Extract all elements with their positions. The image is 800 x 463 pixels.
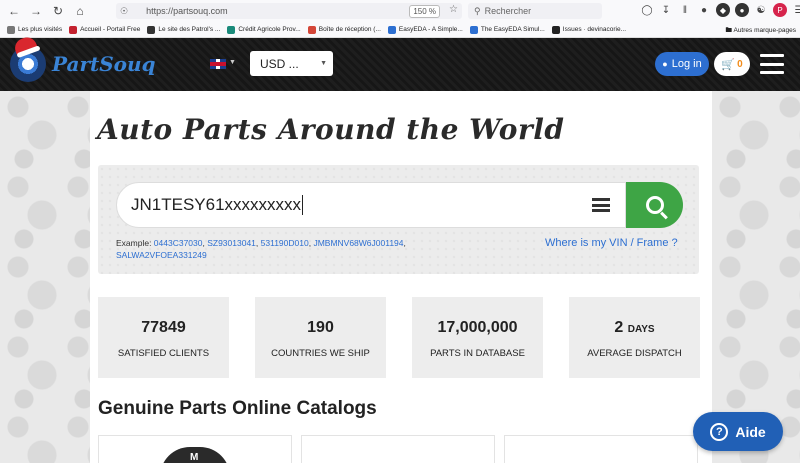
currency-select[interactable]: USD ... ▼ xyxy=(250,51,333,76)
logo-brake-disc-icon xyxy=(10,34,46,82)
background-pattern-right xyxy=(712,91,800,463)
search-icon: ⚲ xyxy=(474,5,481,16)
extension-icon[interactable]: ◆ xyxy=(716,3,730,17)
bookmark-item[interactable]: Le site des Patrol's ... xyxy=(147,25,220,34)
uk-flag-icon[interactable] xyxy=(210,59,226,69)
stat-card: 17,000,000 PARTS IN DATABASE xyxy=(412,297,543,378)
stat-label: COUNTRIES WE SHIP xyxy=(271,348,370,359)
stat-value: 17,000,000 xyxy=(437,319,518,336)
folder-icon: 🖿 xyxy=(725,27,733,34)
bookmark-favicon xyxy=(307,25,316,34)
search-icon xyxy=(645,196,664,214)
url-bar[interactable]: ☉ https://partsouq.com 150 % ☆ xyxy=(116,3,462,19)
other-bookmarks[interactable]: 🖿 Autres marque-pages xyxy=(726,26,796,37)
stat-value: 2 xyxy=(614,319,624,336)
example-link[interactable]: JMBMNV68W6J001194 xyxy=(313,238,403,248)
example-link[interactable]: SALWA2VFOEA331249 xyxy=(116,250,207,260)
currency-value: USD ... xyxy=(260,56,299,71)
search-examples: Example: 0443C37030, SZ93013041, 531190D… xyxy=(116,238,406,260)
library-icon[interactable]: ‖ xyxy=(678,3,692,17)
browser-search-input[interactable]: ⚲ Rechercher xyxy=(468,3,602,19)
zoom-level[interactable]: 150 % xyxy=(409,5,440,18)
bookmark-favicon xyxy=(469,25,478,34)
text-cursor xyxy=(302,195,304,215)
bookmarks-bar: Les plus visités Accueil - Portail Free … xyxy=(0,22,800,38)
example-link[interactable]: 531190D010 xyxy=(261,238,309,248)
catalog-card[interactable] xyxy=(301,435,495,463)
stat-card: 77849 SATISFIED CLIENTS xyxy=(98,297,229,378)
github-icon[interactable]: ● xyxy=(735,3,749,17)
question-icon: ? xyxy=(710,422,729,441)
page-headline: Auto Parts Around the World xyxy=(97,113,565,146)
hamburger-menu-button[interactable] xyxy=(760,54,784,74)
bookmark-item[interactable]: Accueil - Portail Free xyxy=(69,25,140,34)
vin-search-value: JN1TESY61xxxxxxxxx xyxy=(131,195,302,214)
download-icon[interactable]: ↧ xyxy=(659,3,673,17)
bookmark-favicon xyxy=(69,25,78,34)
user-icon: ● xyxy=(662,59,668,69)
logo-text: PartSouq xyxy=(52,52,156,76)
help-label: Aide xyxy=(735,423,766,440)
stat-card: 190 COUNTRIES WE SHIP xyxy=(255,297,386,378)
help-button[interactable]: ? Aide xyxy=(693,412,783,451)
example-link[interactable]: 0443C37030 xyxy=(154,238,203,248)
catalogs-title: Genuine Parts Online Catalogs xyxy=(98,398,377,419)
extension-globe-icon[interactable]: ● xyxy=(697,3,711,17)
login-label: Log in xyxy=(671,58,702,70)
stat-card: 2 DAYS AVERAGE DISPATCH xyxy=(569,297,700,378)
catalog-card[interactable] xyxy=(504,435,698,463)
stat-label: AVERAGE DISPATCH xyxy=(587,348,682,359)
bookmark-item[interactable]: The EasyEDA Simul... xyxy=(469,25,545,34)
bookmark-favicon xyxy=(551,25,560,34)
stat-value: 77849 xyxy=(141,319,186,336)
background-pattern-left xyxy=(0,91,90,463)
bookmark-favicon xyxy=(7,25,15,34)
reload-icon[interactable]: ↻ xyxy=(50,3,66,19)
forward-icon[interactable]: → xyxy=(28,3,44,19)
cart-button[interactable]: 🛒 0 xyxy=(714,52,750,76)
site-logo[interactable]: PartSouq xyxy=(10,34,156,82)
chevron-down-icon[interactable]: ▼ xyxy=(229,59,236,66)
shield-icon: ☉ xyxy=(120,5,129,16)
bookmark-favicon xyxy=(147,25,156,34)
bookmark-item[interactable]: Issues · devinacorie... xyxy=(551,25,626,34)
brand-letter: M xyxy=(190,452,199,463)
search-button[interactable] xyxy=(626,182,683,228)
pinterest-icon[interactable]: P xyxy=(773,3,787,17)
vin-help-link[interactable]: Where is my VIN / Frame ? xyxy=(545,237,678,249)
bookmark-favicon xyxy=(387,25,396,34)
vin-search-input[interactable]: JN1TESY61xxxxxxxxx xyxy=(116,182,626,228)
bookmark-item[interactable]: Crédit Agricole Prov... xyxy=(227,25,301,34)
pocket-icon[interactable]: ◯ xyxy=(640,3,654,17)
cart-count: 0 xyxy=(737,58,743,70)
bookmark-item[interactable]: EasyEDA - A Simple... xyxy=(387,25,463,34)
stat-label: SATISFIED CLIENTS xyxy=(117,348,210,359)
bookmark-item[interactable]: Les plus visités xyxy=(7,25,62,34)
bookmark-star-icon[interactable]: ☆ xyxy=(449,4,458,15)
url-text: https://partsouq.com xyxy=(146,6,228,16)
browser-toolbar: ← → ↻ ⌂ ☉ https://partsouq.com 150 % ☆ ⚲… xyxy=(0,0,800,22)
santa-hat-icon xyxy=(12,34,38,56)
hamburger-list-icon[interactable] xyxy=(592,198,610,212)
browser-search-placeholder: Rechercher xyxy=(484,6,532,16)
home-icon[interactable]: ⌂ xyxy=(72,3,88,19)
app-menu-icon[interactable]: ☰ xyxy=(792,3,800,17)
stat-label: PARTS IN DATABASE xyxy=(430,348,525,359)
bookmark-item[interactable]: Boîte de réception (... xyxy=(307,25,381,34)
stat-value: 190 xyxy=(307,319,334,336)
toolbar-icons: ◯ ↧ ‖ ● ◆ ● ☯ P ☰ xyxy=(640,3,800,17)
bookmark-favicon xyxy=(227,25,236,34)
cart-icon: 🛒 xyxy=(721,58,736,71)
sync-icon[interactable]: ☯ xyxy=(754,3,768,17)
stat-suffix: DAYS xyxy=(627,324,655,335)
chevron-down-icon: ▼ xyxy=(320,60,327,67)
login-button[interactable]: ● Log in xyxy=(655,52,709,76)
back-icon[interactable]: ← xyxy=(6,3,22,19)
site-header: PartSouq ▼ USD ... ▼ ● Log in 🛒 0 xyxy=(0,34,800,91)
example-link[interactable]: SZ93013041 xyxy=(207,238,256,248)
